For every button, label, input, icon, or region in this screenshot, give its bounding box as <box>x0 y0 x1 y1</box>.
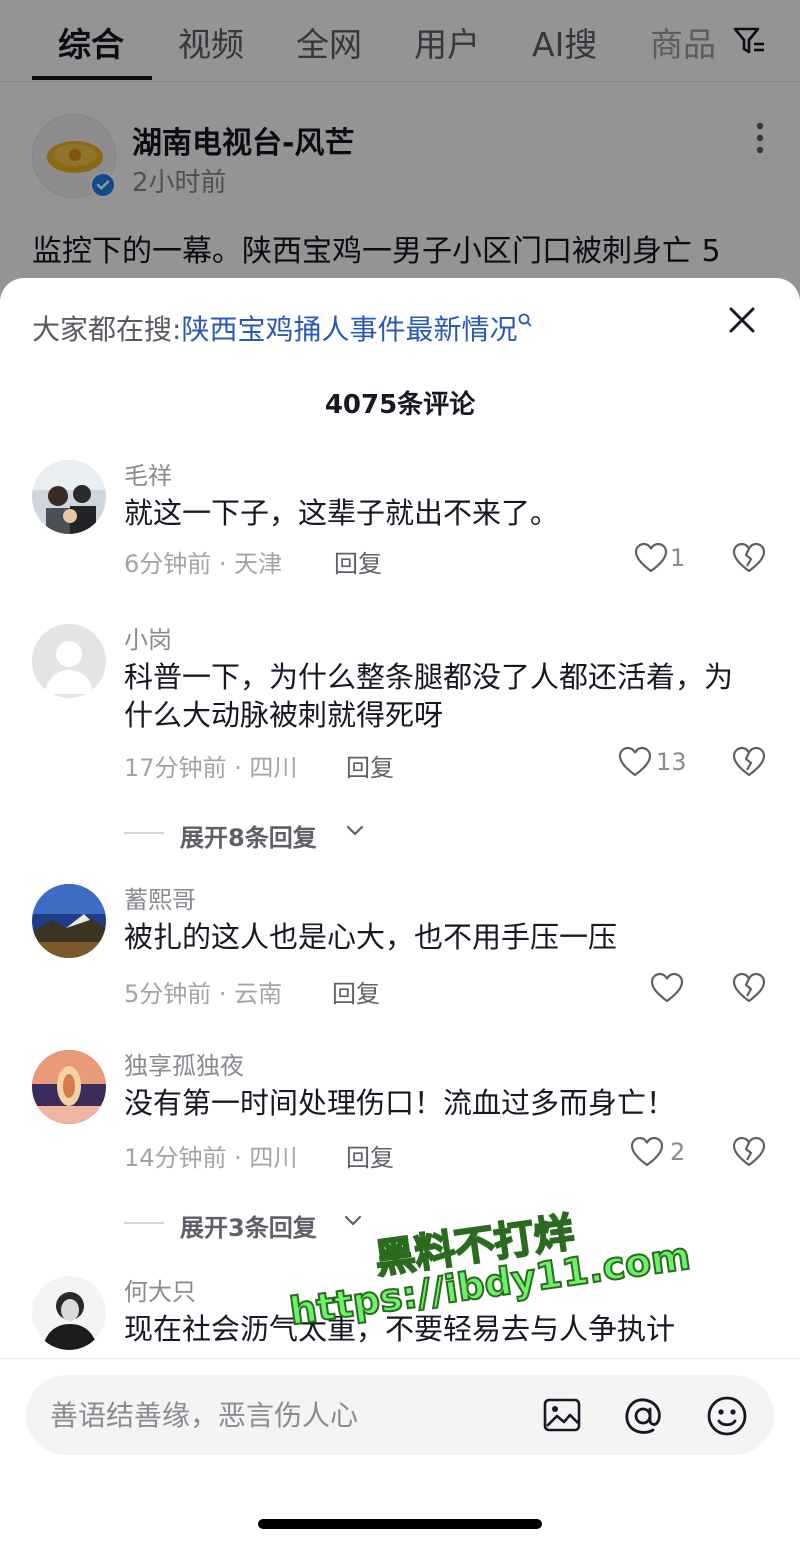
like-count: 13 <box>656 748 687 776</box>
heart-icon[interactable] <box>650 972 684 1004</box>
comment-author[interactable]: 毛祥 <box>124 456 172 491</box>
comment-input-container[interactable] <box>26 1375 774 1455</box>
heart-icon[interactable] <box>634 542 668 574</box>
avatar[interactable] <box>32 884 106 958</box>
heart-icon[interactable] <box>618 746 652 778</box>
like-count: 2 <box>670 1138 686 1166</box>
comment-meta: 17分钟前 · 四川 <box>124 754 298 782</box>
chevron-down-icon <box>346 825 364 836</box>
broken-heart-icon[interactable] <box>732 972 766 1004</box>
close-icon[interactable] <box>726 304 758 336</box>
comment-author[interactable]: 独享孤独夜 <box>124 1046 244 1081</box>
emoji-icon[interactable] <box>706 1395 748 1437</box>
trending-search-hint[interactable]: 大家都在搜:陕西宝鸡捅人事件最新情况 <box>32 308 533 348</box>
avatar[interactable] <box>32 460 106 534</box>
expand-replies-label: 展开8条回复 <box>180 824 317 852</box>
comment-text[interactable]: 就这一下子，这辈子就出不来了。 <box>124 494 744 532</box>
comment-input[interactable] <box>50 1375 530 1455</box>
home-indicator[interactable] <box>258 1519 542 1529</box>
trending-search-link[interactable]: 陕西宝鸡捅人事件最新情况 <box>181 313 517 346</box>
comment-input-bar <box>0 1358 800 1542</box>
comment-meta: 14分钟前 · 四川 <box>124 1144 298 1172</box>
reply-button[interactable]: 回复 <box>334 544 382 579</box>
broken-heart-icon[interactable] <box>732 746 766 778</box>
like-count: 1 <box>670 544 686 572</box>
broken-heart-icon[interactable] <box>732 542 766 574</box>
divider <box>124 1222 164 1224</box>
comment-author[interactable]: 何大只 <box>124 1272 196 1307</box>
comment-text[interactable]: 没有第一时间处理伤口！流血过多而身亡！ <box>124 1084 744 1122</box>
search-icon <box>519 313 533 327</box>
reply-button[interactable]: 回复 <box>346 748 394 783</box>
comment-author[interactable]: 蓄熙哥 <box>124 880 196 915</box>
broken-heart-icon[interactable] <box>732 1136 766 1168</box>
at-icon[interactable] <box>622 1395 664 1437</box>
comment-meta: 5分钟前 · 云南 <box>124 980 283 1008</box>
reply-button[interactable]: 回复 <box>332 974 380 1009</box>
divider <box>124 832 164 834</box>
reply-button[interactable]: 回复 <box>346 1138 394 1173</box>
dim-overlay[interactable] <box>0 0 800 300</box>
comment-author[interactable]: 小岗 <box>124 620 172 655</box>
avatar[interactable] <box>32 624 106 698</box>
heart-icon[interactable] <box>630 1136 664 1168</box>
comment-count: 4075条评论 <box>324 390 476 420</box>
comment-meta: 6分钟前 · 天津 <box>124 550 283 578</box>
image-icon[interactable] <box>542 1395 582 1435</box>
trending-search-label: 大家都在搜: <box>32 313 182 346</box>
comment-text[interactable]: 科普一下，为什么整条腿都没了人都还活着，为什么大动脉被刺就得死呀 <box>124 658 744 734</box>
avatar[interactable] <box>32 1050 106 1124</box>
avatar[interactable] <box>32 1276 106 1350</box>
comment-text[interactable]: 被扎的这人也是心大，也不用手压一压 <box>124 918 744 956</box>
